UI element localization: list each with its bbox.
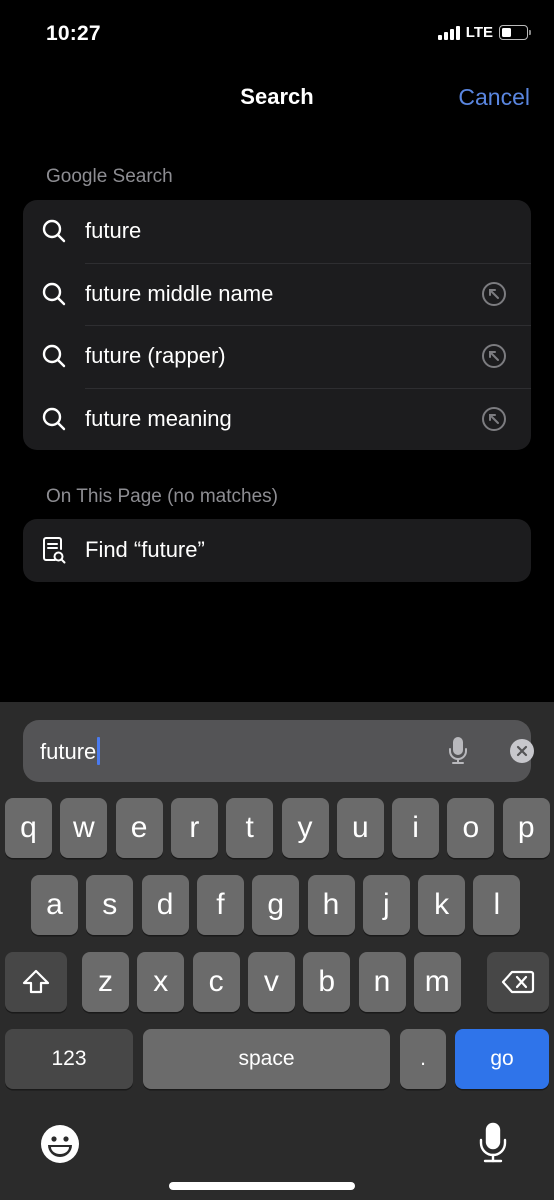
key-b[interactable]: b [303,952,351,1012]
key-v[interactable]: v [247,952,295,1012]
numbers-key[interactable]: 123 [5,1029,133,1089]
suggestion-row[interactable]: future (rapper) [23,325,531,388]
search-input[interactable]: future [23,720,534,782]
cellular-signal-icon [437,25,460,40]
key-r[interactable]: r [170,798,218,858]
key-e[interactable]: e [115,798,163,858]
key-t[interactable]: t [226,798,274,858]
suggestion-label: future meaning [85,405,232,431]
key-x[interactable]: x [137,952,185,1012]
backspace-icon [501,970,535,994]
shift-key[interactable] [5,952,67,1012]
suggestion-label: future middle name [85,280,274,306]
google-search-section-label: Google Search [46,166,173,187]
cancel-button[interactable]: Cancel [458,84,530,111]
text-caret [97,737,101,765]
key-u[interactable]: u [336,798,384,858]
emoji-icon [41,1125,79,1163]
key-s[interactable]: s [86,875,134,935]
key-l[interactable]: l [473,875,521,935]
key-c[interactable]: c [192,952,240,1012]
delete-key[interactable] [487,952,549,1012]
key-p[interactable]: p [502,798,550,858]
suggestion-label: future [85,218,142,244]
key-y[interactable]: y [281,798,329,858]
key-z[interactable]: z [82,952,129,1012]
emoji-keyboard-button[interactable] [40,1124,80,1169]
find-in-page-icon [23,535,85,565]
network-type: LTE [465,24,493,41]
key-q[interactable]: q [5,798,52,858]
search-icon [23,281,85,307]
key-m[interactable]: m [413,952,461,1012]
key-w[interactable]: w [60,798,108,858]
clear-text-button[interactable] [510,739,534,763]
period-key[interactable]: . [400,1029,446,1089]
suggestion-row[interactable]: future meaning [23,387,531,451]
close-icon [516,745,528,757]
key-a[interactable]: a [31,875,78,935]
dictation-button[interactable] [478,1122,508,1169]
fill-query-arrow-icon[interactable] [481,343,507,369]
status-time: 10:27 [46,22,101,45]
google-suggestions-list: future future middle name future (rapper) f… [23,200,531,450]
key-i[interactable]: i [392,798,440,858]
go-key[interactable]: go [455,1029,549,1089]
key-d[interactable]: d [141,875,189,935]
key-g[interactable]: g [252,875,300,935]
space-key[interactable]: space [143,1029,390,1089]
keyboard-panel: future qwertyuiop asdfghjkl zxcvbnm 123 sp… [0,702,554,1200]
search-input-value[interactable]: future [40,737,101,765]
on-this-page-section-label: On This Page (no matches) [46,486,278,507]
key-f[interactable]: f [196,875,244,935]
suggestion-row[interactable]: future [23,200,531,263]
status-indicators: LTE [437,24,531,41]
suggestion-row[interactable]: future middle name [23,262,531,326]
suggestion-label: future (rapper) [85,343,226,369]
home-indicator[interactable] [169,1182,355,1190]
key-n[interactable]: n [358,952,406,1012]
key-h[interactable]: h [307,875,355,935]
status-bar: 10:27 LTE [0,0,554,70]
search-icon [23,218,85,244]
search-icon [23,406,85,432]
key-o[interactable]: o [447,798,495,858]
microphone-icon [479,1122,507,1163]
find-on-page-row[interactable]: Find “future” [23,519,531,582]
shift-icon [22,969,50,994]
key-j[interactable]: j [362,875,410,935]
on-this-page-list: Find “future” [23,519,531,582]
dictation-mic-icon[interactable] [447,736,469,771]
fill-query-arrow-icon[interactable] [481,406,507,432]
fill-query-arrow-icon[interactable] [481,281,507,307]
search-icon [23,343,85,369]
key-k[interactable]: k [418,875,466,935]
battery-icon [499,25,531,40]
find-on-page-label: Find “future” [85,537,205,563]
